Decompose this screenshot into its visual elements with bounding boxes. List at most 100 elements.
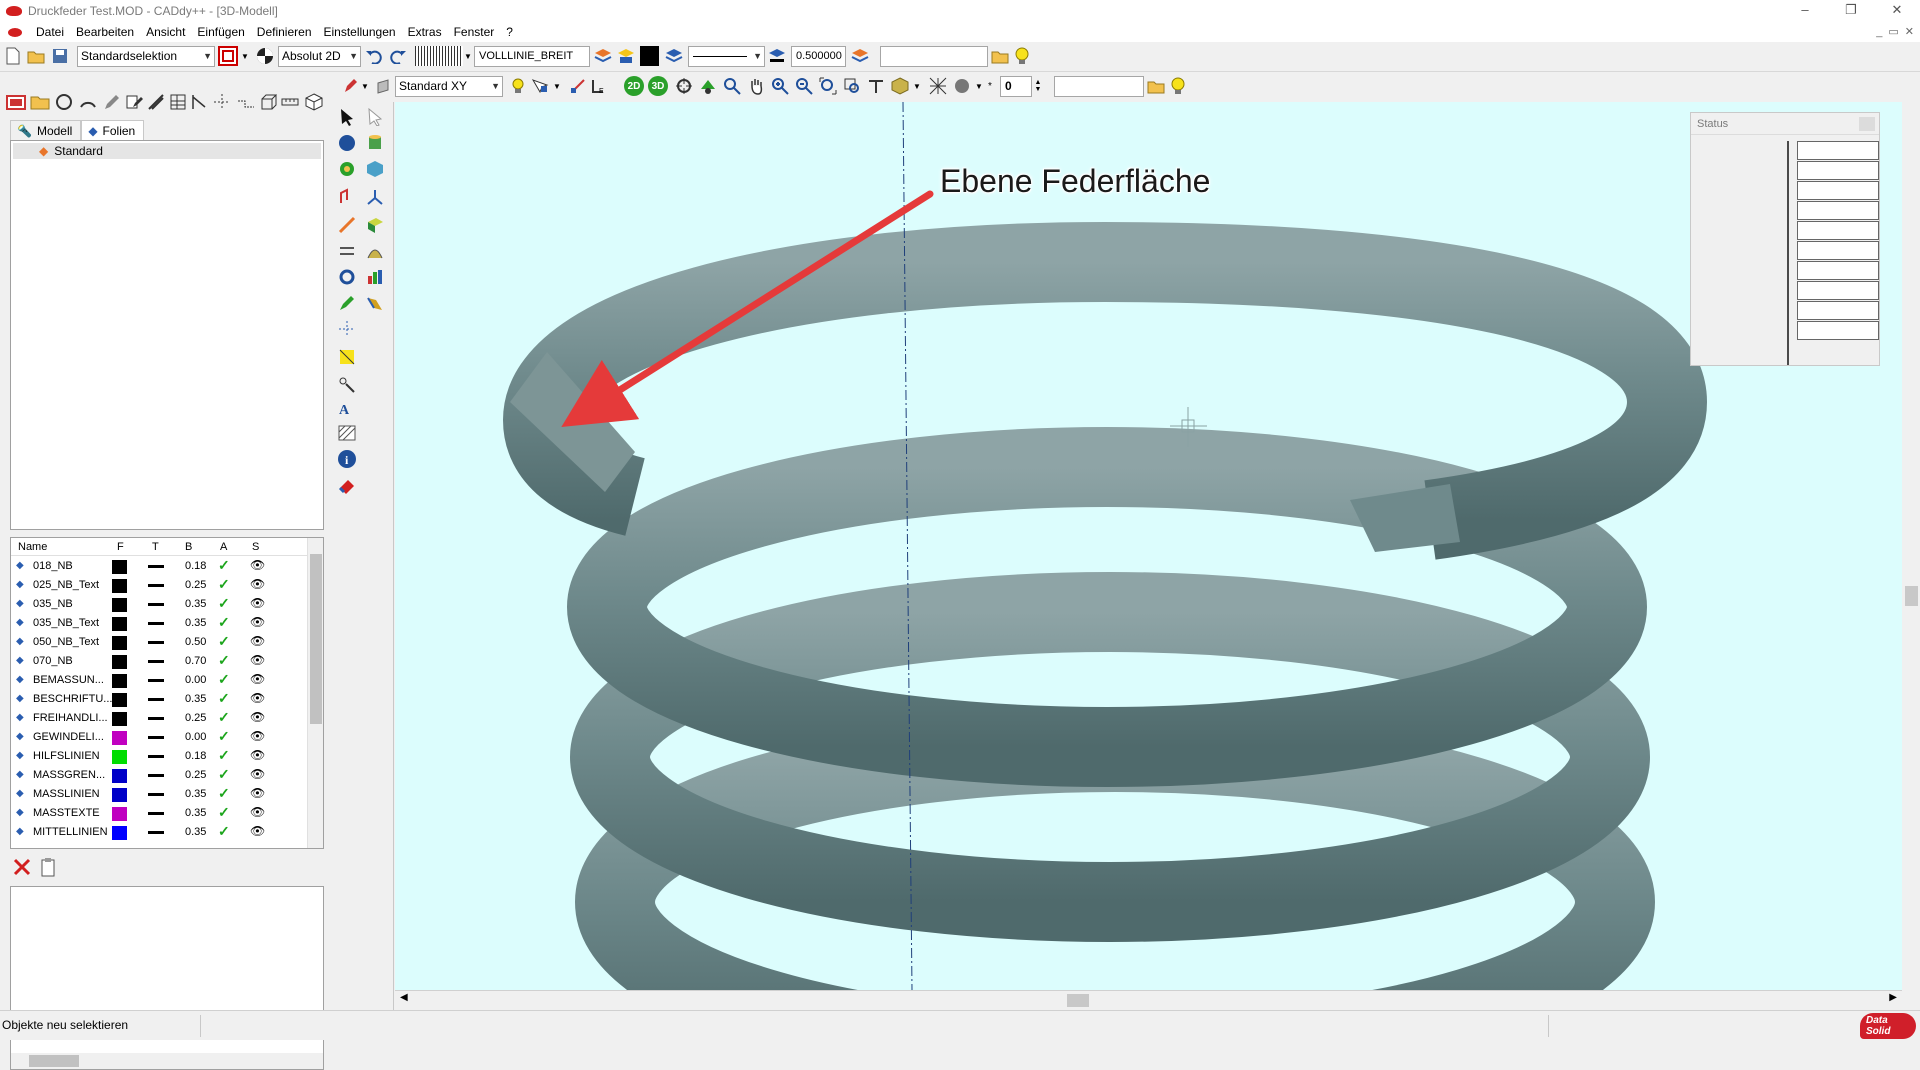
point-grid-icon[interactable] xyxy=(336,318,358,340)
select-arrow-light-icon[interactable] xyxy=(364,106,386,128)
layer-width[interactable]: 0.25 xyxy=(185,769,206,781)
tab-modell[interactable]: 🔦 Modell xyxy=(10,120,82,140)
minimize-button[interactable]: – xyxy=(1782,0,1828,22)
document-logo-icon[interactable] xyxy=(8,27,22,37)
chevron-down-icon[interactable]: ▼ xyxy=(974,76,984,96)
visibility-eye-icon[interactable]: 👁 xyxy=(250,653,265,667)
box-3d-icon[interactable] xyxy=(258,92,278,112)
selection-color-icon[interactable] xyxy=(218,46,238,66)
menu-fenster[interactable]: Fenster xyxy=(448,22,501,42)
pen-tool-icon[interactable] xyxy=(340,76,360,96)
layer-linetype[interactable] xyxy=(148,679,164,682)
layer-color-swatch[interactable] xyxy=(112,617,127,631)
layer-row[interactable]: ◆ MASSGREN... 0.25 ✓ 👁 xyxy=(11,766,308,785)
solid-cube-icon[interactable] xyxy=(890,76,910,96)
active-check-icon[interactable]: ✓ xyxy=(218,595,230,612)
active-check-icon[interactable]: ✓ xyxy=(218,690,230,707)
draw-line-icon[interactable] xyxy=(336,214,358,236)
layer-width[interactable]: 0.50 xyxy=(185,636,206,648)
layer-row[interactable]: ◆ 025_NB_Text 0.25 ✓ 👁 xyxy=(11,576,308,595)
view-3d-button[interactable]: 3D xyxy=(648,76,668,96)
layer-width[interactable]: 0.35 xyxy=(185,598,206,610)
menu-datei[interactable]: Datei xyxy=(30,22,70,42)
scroll-left-arrow-icon[interactable]: ◀ xyxy=(400,992,408,1003)
render-icon[interactable] xyxy=(698,76,718,96)
layer-linetype[interactable] xyxy=(148,565,164,568)
visibility-eye-icon[interactable]: 👁 xyxy=(250,786,265,800)
tab-folien[interactable]: ◆ Folien xyxy=(81,120,145,140)
status-panel-close-button[interactable] xyxy=(1859,117,1875,131)
active-check-icon[interactable]: ✓ xyxy=(218,747,230,764)
properties-scrollbar[interactable] xyxy=(11,1053,323,1069)
layer-settings-icon[interactable] xyxy=(850,46,870,66)
lightbulb-icon[interactable] xyxy=(1012,46,1032,66)
active-check-icon[interactable]: ✓ xyxy=(218,576,230,593)
layer-color-swatch[interactable] xyxy=(112,674,127,688)
view-2d-button[interactable]: 2D xyxy=(624,76,644,96)
open-folder-icon[interactable] xyxy=(26,46,46,66)
search-field[interactable] xyxy=(880,46,988,67)
layer-width[interactable]: 0.25 xyxy=(185,712,206,724)
loft-icon[interactable] xyxy=(364,240,386,262)
menu-einfuegen[interactable]: Einfügen xyxy=(191,22,250,42)
layer-linetype[interactable] xyxy=(148,622,164,625)
scroll-right-arrow-icon[interactable]: ▶ xyxy=(1889,992,1897,1003)
layer-width[interactable]: 0.18 xyxy=(185,560,206,572)
visibility-eye-icon[interactable]: 👁 xyxy=(250,672,265,686)
layer-linetype[interactable] xyxy=(148,660,164,663)
layer-width[interactable]: 0.70 xyxy=(185,655,206,667)
pencil-icon[interactable] xyxy=(102,92,122,112)
column-b[interactable]: B xyxy=(185,541,192,553)
layer-linetype[interactable] xyxy=(148,603,164,606)
shading-sphere-icon[interactable] xyxy=(952,76,972,96)
crosshair-icon[interactable] xyxy=(212,92,232,112)
layer-row[interactable]: ◆ BEMASSUN... 0.00 ✓ 👁 xyxy=(11,671,308,690)
active-check-icon[interactable]: ✓ xyxy=(218,614,230,631)
open-layer-icon[interactable] xyxy=(30,92,50,112)
menu-definieren[interactable]: Definieren xyxy=(251,22,318,42)
mdi-minimize-button[interactable]: _ xyxy=(1876,22,1882,42)
active-check-icon[interactable]: ✓ xyxy=(218,728,230,745)
selection-mode-select[interactable]: Standardselektion ▼ xyxy=(77,46,215,67)
box-icon[interactable] xyxy=(364,158,386,180)
layer-linetype[interactable] xyxy=(148,717,164,720)
eraser-icon[interactable] xyxy=(336,474,358,496)
layer-linetype[interactable] xyxy=(148,812,164,815)
step-line-icon[interactable] xyxy=(236,92,256,112)
tree-item-standard[interactable]: ◆ Standard xyxy=(13,143,321,159)
coordinate-icon[interactable] xyxy=(255,46,275,66)
layer-color-swatch[interactable] xyxy=(112,731,127,745)
chevron-down-icon[interactable]: ▼ xyxy=(552,76,562,96)
zoom-window-icon[interactable] xyxy=(722,76,742,96)
edit-pencil-icon[interactable] xyxy=(124,92,144,112)
menu-help[interactable]: ? xyxy=(500,22,519,42)
pen-green-icon[interactable] xyxy=(336,292,358,314)
layer-row[interactable]: ◆ GEWINDELI... 0.00 ✓ 👁 xyxy=(11,728,308,747)
layer-width[interactable]: 0.35 xyxy=(185,617,206,629)
delete-layer-icon[interactable] xyxy=(12,857,32,877)
layer-linetype[interactable] xyxy=(148,584,164,587)
layer-row[interactable]: ◆ 035_NB 0.35 ✓ 👁 xyxy=(11,595,308,614)
layer-row[interactable]: ◆ 070_NB 0.70 ✓ 👁 xyxy=(11,652,308,671)
circle-tool-icon[interactable] xyxy=(54,92,74,112)
zoom-out-icon[interactable] xyxy=(794,76,814,96)
column-a[interactable]: A xyxy=(220,541,227,553)
layer-color-swatch[interactable] xyxy=(112,769,127,783)
zoom-all-icon[interactable] xyxy=(818,76,838,96)
find-folder-icon[interactable] xyxy=(1146,76,1166,96)
layer-linetype[interactable] xyxy=(148,736,164,739)
linewidth-icon[interactable] xyxy=(767,46,787,66)
close-button[interactable]: ✕ xyxy=(1874,0,1920,22)
select-arrow-icon[interactable] xyxy=(336,106,358,128)
color-swatch[interactable] xyxy=(640,46,659,66)
linetype-field[interactable]: VOLLLINIE_BREIT xyxy=(474,46,590,67)
ortho-icon[interactable]: E xyxy=(588,76,608,96)
layer-row[interactable]: ◆ 035_NB_Text 0.35 ✓ 👁 xyxy=(11,614,308,633)
layer-color-swatch[interactable] xyxy=(112,712,127,726)
visibility-eye-icon[interactable]: 👁 xyxy=(250,824,265,838)
layer-color-icon[interactable] xyxy=(616,46,636,66)
find-folder-icon[interactable] xyxy=(990,46,1010,66)
chart-icon[interactable] xyxy=(364,266,386,288)
clipboard-icon[interactable] xyxy=(38,857,58,877)
layer-linetype[interactable] xyxy=(148,641,164,644)
